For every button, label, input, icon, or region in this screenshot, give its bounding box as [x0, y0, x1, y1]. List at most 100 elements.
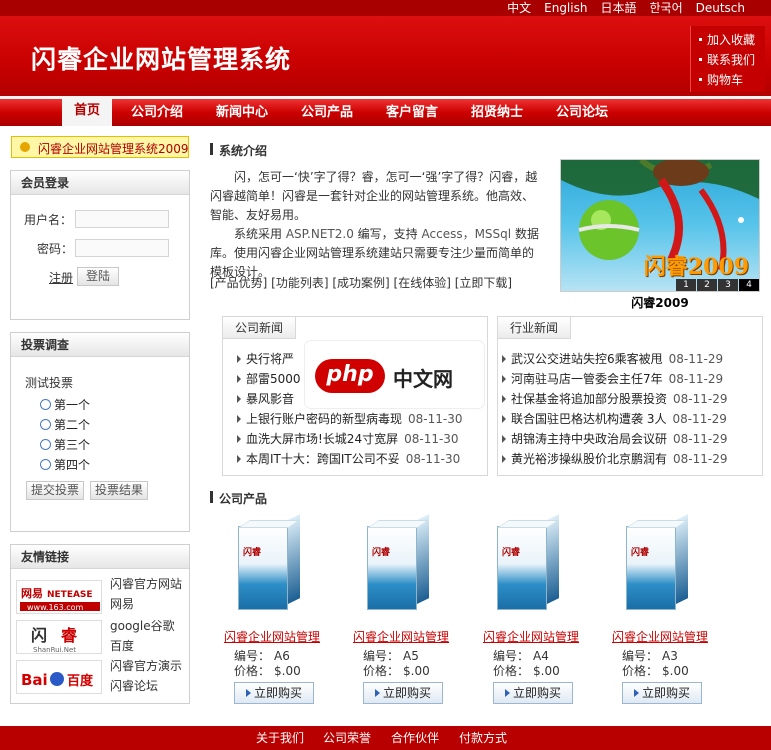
- friend-link-text[interactable]: 网易: [110, 594, 182, 614]
- nav-forum[interactable]: 公司论坛: [549, 102, 615, 126]
- product-name[interactable]: 闪睿企业网站管理: [224, 628, 320, 645]
- nav-news[interactable]: 新闻中心: [209, 102, 275, 126]
- list-item[interactable]: 胡锦涛主持中央政治局会议研 08-11-29: [502, 429, 727, 449]
- nav-guestbook[interactable]: 客户留言: [379, 102, 445, 126]
- list-item[interactable]: 联合国驻巴格达机构遭袭 3人 08-11-29: [502, 409, 727, 429]
- svg-text:百度: 百度: [67, 673, 94, 689]
- news-date: 08-11-29: [672, 412, 727, 426]
- news-title[interactable]: 社保基金将追加部分股票投资: [511, 392, 667, 406]
- add-favorite-link[interactable]: 加入收藏: [699, 30, 765, 50]
- buy-now-button[interactable]: 立即购买: [493, 682, 573, 704]
- price-label: 价格：: [234, 664, 271, 678]
- product-box-image[interactable]: 闪睿: [367, 514, 431, 610]
- cart-link[interactable]: 购物车: [699, 70, 765, 90]
- footer-honors[interactable]: 公司荣誉: [323, 726, 371, 750]
- code-value: A6: [274, 649, 290, 663]
- submit-vote-button[interactable]: 提交投票: [26, 481, 84, 500]
- product-name[interactable]: 闪睿企业网站管理: [612, 628, 708, 645]
- nav-about[interactable]: 公司介绍: [124, 102, 190, 126]
- friend-link-text[interactable]: 百度: [110, 636, 175, 656]
- friend-link-text[interactable]: google谷歌: [110, 616, 175, 636]
- list-item[interactable]: 血洗大屏市场!长城24寸宽屏 08-11-30: [237, 429, 462, 449]
- footer-payment[interactable]: 付款方式: [459, 726, 507, 750]
- username-input[interactable]: [75, 210, 169, 228]
- banner-page-1[interactable]: 1: [676, 279, 696, 291]
- industry-news-tab[interactable]: 行业新闻: [498, 317, 572, 339]
- friend-link-text[interactable]: 闪睿官方演示: [110, 656, 182, 676]
- lang-german[interactable]: Deutsch: [696, 0, 745, 16]
- price-label: 价格：: [622, 664, 659, 678]
- contact-link[interactable]: 联系我们: [699, 50, 765, 70]
- radio-icon[interactable]: [40, 399, 51, 410]
- industry-news-list: 武汉公交进站失控6乘客被甩 08-11-29 河南驻马店一管委会主任7年 08-11…: [502, 349, 727, 469]
- buy-now-button[interactable]: 立即购买: [622, 682, 702, 704]
- news-title[interactable]: 武汉公交进站失控6乘客被甩: [511, 352, 663, 366]
- news-title[interactable]: 胡锦涛主持中央政治局会议研: [511, 432, 667, 446]
- radio-icon[interactable]: [40, 459, 51, 470]
- lang-english[interactable]: English: [544, 0, 587, 16]
- site-header: 闪睿企业网站管理系统 加入收藏 联系我们 购物车: [0, 16, 771, 96]
- news-title[interactable]: 央行将严: [246, 352, 294, 366]
- nav-jobs[interactable]: 招贤纳士: [464, 102, 530, 126]
- vote-option-4[interactable]: 第四个: [40, 456, 90, 473]
- nav-home[interactable]: 首页: [62, 96, 112, 126]
- banner-slideshow[interactable]: 闪睿2009 1 2 3 4: [560, 159, 760, 292]
- netease-logo[interactable]: 网易 NETEASE www.163.com: [16, 580, 102, 614]
- banner-page-4[interactable]: 4: [739, 279, 759, 291]
- intro-links[interactable]: [产品优势] [功能列表] [成功案例] [在线体验] [立即下载]: [210, 274, 512, 291]
- news-date: 08-11-29: [668, 372, 724, 386]
- lang-chinese[interactable]: 中文: [507, 0, 531, 16]
- news-title[interactable]: 部雷5000: [246, 372, 301, 386]
- news-title[interactable]: 血洗大屏市场!长城24寸宽屏: [246, 432, 398, 446]
- footer-partners[interactable]: 合作伙伴: [391, 726, 439, 750]
- nav-products[interactable]: 公司产品: [294, 102, 360, 126]
- news-title[interactable]: 本周IT十大：跨国IT公司不妥: [246, 452, 400, 466]
- friend-link-text[interactable]: 闪睿官方网站: [110, 574, 182, 594]
- list-item[interactable]: 本周IT十大：跨国IT公司不妥 08-11-30: [237, 449, 462, 469]
- watermark-cn-text: 中文网: [393, 367, 453, 391]
- friend-link-3[interactable]: 闪睿官方演示 闪睿论坛: [110, 656, 182, 696]
- vote-option-2[interactable]: 第二个: [40, 416, 90, 433]
- list-item[interactable]: 河南驻马店一管委会主任7年 08-11-29: [502, 369, 727, 389]
- product-box-image[interactable]: 闪睿: [626, 514, 690, 610]
- banner-page-2[interactable]: 2: [697, 279, 717, 291]
- news-title[interactable]: 黄光裕涉操纵股价北京鹏润有: [511, 452, 667, 466]
- news-title[interactable]: 联合国驻巴格达机构遭袭 3人: [511, 412, 666, 426]
- password-input[interactable]: [75, 239, 169, 257]
- code-value: A3: [662, 649, 678, 663]
- baidu-logo[interactable]: Bai 百度: [16, 660, 102, 694]
- buy-now-button[interactable]: 立即购买: [363, 682, 443, 704]
- footer-about[interactable]: 关于我们: [256, 726, 304, 750]
- company-news-tab[interactable]: 公司新闻: [223, 317, 297, 339]
- product-name[interactable]: 闪睿企业网站管理: [353, 628, 449, 645]
- register-link[interactable]: 注册: [49, 269, 73, 286]
- list-item[interactable]: 黄光裕涉操纵股价北京鹏润有 08-11-29: [502, 449, 727, 469]
- product-box-image[interactable]: 闪睿: [497, 514, 561, 610]
- radio-icon[interactable]: [40, 439, 51, 450]
- product-price: 价格： $.00: [363, 662, 430, 679]
- password-label: 密码：: [37, 242, 74, 256]
- news-title[interactable]: 暴风影音: [246, 392, 294, 406]
- list-item[interactable]: 社保基金将追加部分股票投资 08-11-29: [502, 389, 727, 409]
- friend-link-text[interactable]: 闪睿论坛: [110, 676, 182, 696]
- list-item[interactable]: 武汉公交进站失控6乘客被甩 08-11-29: [502, 349, 727, 369]
- news-title[interactable]: 河南驻马店一管委会主任7年: [511, 372, 663, 386]
- friend-link-1[interactable]: 闪睿官方网站 网易: [110, 574, 182, 614]
- list-item[interactable]: 上银行账户密码的新型病毒现 08-11-30: [237, 409, 462, 429]
- banner-page-3[interactable]: 3: [718, 279, 738, 291]
- login-button[interactable]: 登陆: [77, 267, 119, 286]
- industry-news-box: 行业新闻 武汉公交进站失控6乘客被甩 08-11-29 河南驻马店一管委会主任7年…: [497, 316, 763, 476]
- vote-results-button[interactable]: 投票结果: [90, 481, 148, 500]
- lang-korean[interactable]: 한국어: [649, 0, 682, 16]
- shanrui-logo[interactable]: 闪 睿 ShanRui.Net: [16, 620, 102, 654]
- product-box-image[interactable]: 闪睿: [238, 514, 302, 610]
- product-name[interactable]: 闪睿企业网站管理: [483, 628, 579, 645]
- buy-now-button[interactable]: 立即购买: [234, 682, 314, 704]
- vote-option-3[interactable]: 第三个: [40, 436, 90, 453]
- radio-icon[interactable]: [40, 419, 51, 430]
- vote-option-1[interactable]: 第一个: [40, 396, 90, 413]
- news-title[interactable]: 上银行账户密码的新型病毒现: [246, 412, 402, 426]
- friend-link-2[interactable]: google谷歌 百度: [110, 616, 175, 656]
- marquee-text[interactable]: 闪睿企业网站管理系统2009: [38, 140, 188, 157]
- lang-japanese[interactable]: 日本語: [600, 0, 636, 16]
